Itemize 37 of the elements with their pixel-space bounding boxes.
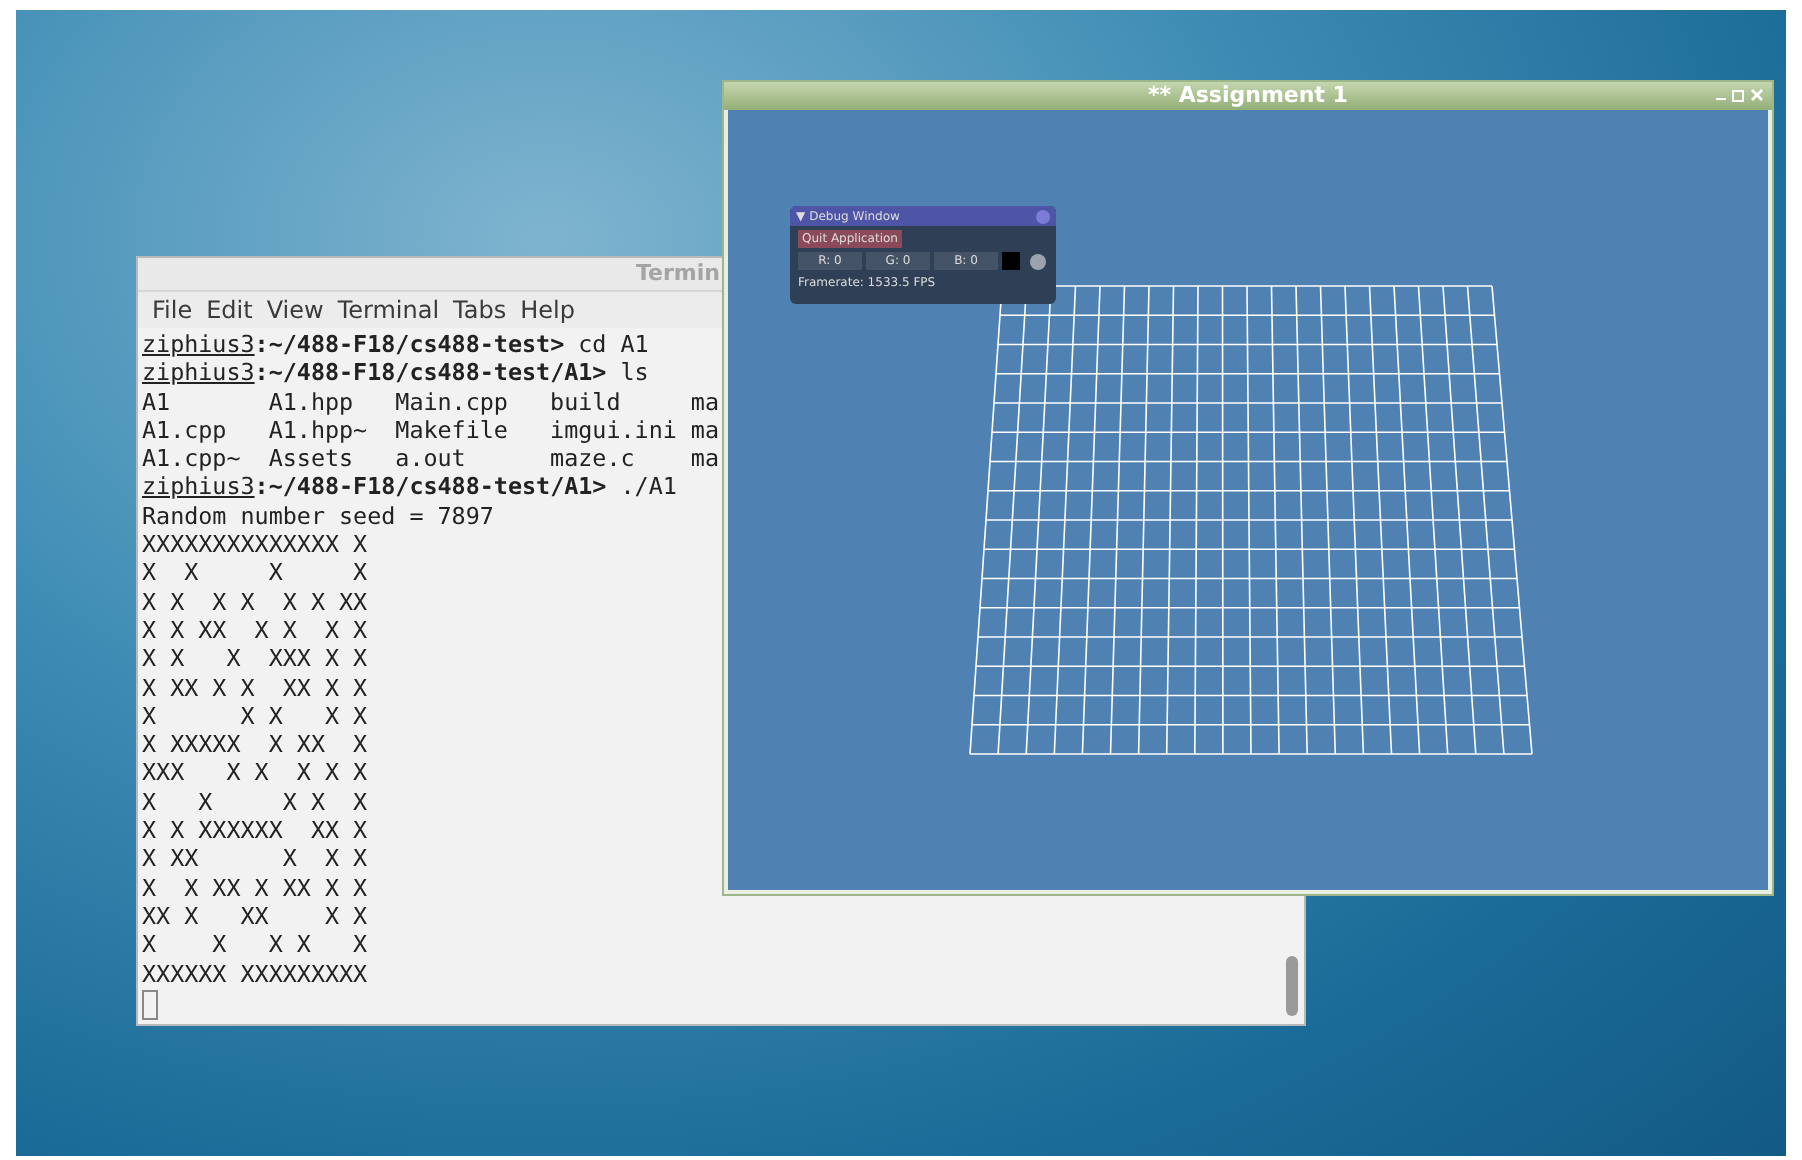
terminal-line: X XX X X XX X X — [142, 673, 370, 702]
terminal-line: X X XX X X X X — [142, 615, 370, 645]
terminal-line: X X X X X — [142, 701, 370, 731]
terminal-line: A1.cpp~ Assets a.out maze.c ma — [142, 444, 721, 473]
menu-item[interactable]: Help — [520, 292, 575, 328]
close-icon[interactable] — [1036, 209, 1050, 223]
terminal-line: X XX X X X — [142, 844, 370, 874]
menu-item[interactable]: Terminal — [337, 292, 440, 328]
text-cursor — [142, 989, 158, 1020]
menu-item[interactable]: File — [152, 292, 193, 328]
terminal-line: X X XX X XX X X — [142, 873, 370, 902]
maximize-icon[interactable] — [1732, 89, 1744, 101]
terminal-line: XXXXXX XXXXXXXXX — [142, 959, 370, 988]
terminal-line: XXXXXXXXXXXXXX X — [142, 530, 370, 559]
menu-item[interactable]: Edit — [206, 292, 253, 328]
terminal-line: ziphius3:~/488-F18/cs488-test> cd A1 — [142, 330, 651, 359]
terminal-line: A1.cpp A1.hpp~ Makefile imgui.ini ma — [142, 415, 721, 445]
color-swatch[interactable] — [1002, 252, 1020, 270]
menu-item[interactable]: View — [266, 292, 324, 328]
terminal-line: X X X X — [142, 558, 370, 588]
terminal-line: XXX X X X X X — [142, 758, 370, 788]
scrollbar-thumb[interactable] — [1286, 956, 1298, 1016]
terminal-line: XX X XX X X — [142, 901, 370, 931]
window-title: ** Assignment 1 — [1148, 79, 1348, 112]
terminal-line: X X X X X — [142, 787, 370, 817]
terminal-line: X X X XXX X X — [142, 644, 370, 674]
terminal-line: X XXXXX X XX X — [142, 730, 370, 759]
terminal-line: Random number seed = 7897 — [142, 501, 496, 531]
window-title: Termin — [636, 257, 720, 290]
terminal-line: ziphius3:~/488-F18/cs488-test/A1> ./A1 — [142, 472, 679, 502]
menu-item[interactable]: Tabs — [453, 292, 507, 328]
terminal-line: A1 A1.hpp Main.cpp build ma — [142, 387, 721, 416]
terminal-line: X X X X X — [142, 930, 370, 960]
terminal-line: X X XXXXXX XX X — [142, 816, 370, 845]
close-icon[interactable] — [1750, 88, 1764, 102]
terminal-line: ziphius3:~/488-F18/cs488-test/A1> ls — [142, 358, 651, 388]
terminal-line: X X X X X X XX — [142, 587, 370, 616]
